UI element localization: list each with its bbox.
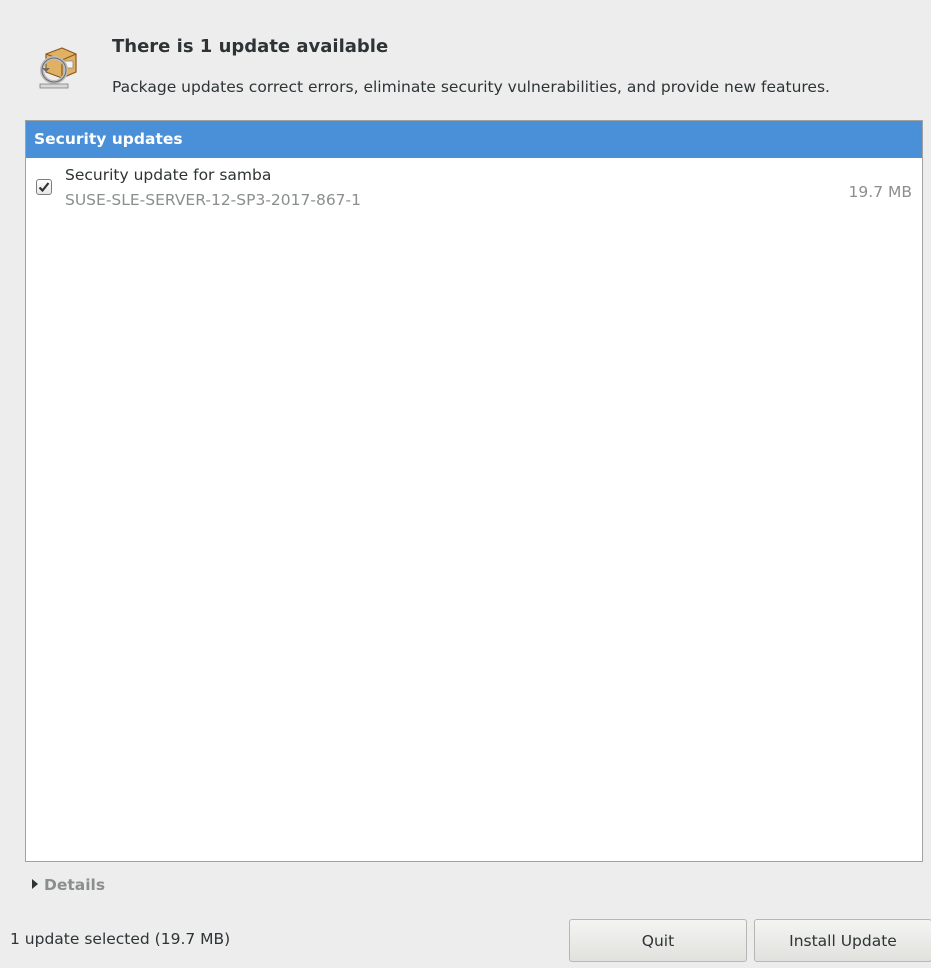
- update-size: 19.7 MB: [848, 183, 912, 201]
- expander-arrow-icon: [32, 879, 38, 889]
- update-list: Security updates Security update for sam…: [25, 120, 923, 862]
- page-title: There is 1 update available: [112, 36, 389, 57]
- details-label: Details: [44, 876, 106, 894]
- details-expander[interactable]: Details: [32, 876, 105, 894]
- list-item[interactable]: Security update for samba SUSE-SLE-SERVE…: [26, 158, 922, 220]
- checkmark-icon: [38, 182, 50, 193]
- package-updater-icon: [32, 42, 84, 92]
- update-id: SUSE-SLE-SERVER-12-SP3-2017-867-1: [65, 191, 361, 209]
- install-update-button[interactable]: Install Update: [754, 919, 931, 962]
- update-name: Security update for samba: [65, 166, 272, 184]
- header: There is 1 update available Package upda…: [0, 0, 931, 110]
- section-header-security-updates: Security updates: [26, 121, 922, 158]
- update-window: There is 1 update available Package upda…: [0, 0, 931, 968]
- page-subtitle: Package updates correct errors, eliminat…: [112, 78, 830, 96]
- update-checkbox[interactable]: [36, 179, 52, 195]
- quit-button[interactable]: Quit: [569, 919, 747, 962]
- status-text: 1 update selected (19.7 MB): [10, 930, 231, 948]
